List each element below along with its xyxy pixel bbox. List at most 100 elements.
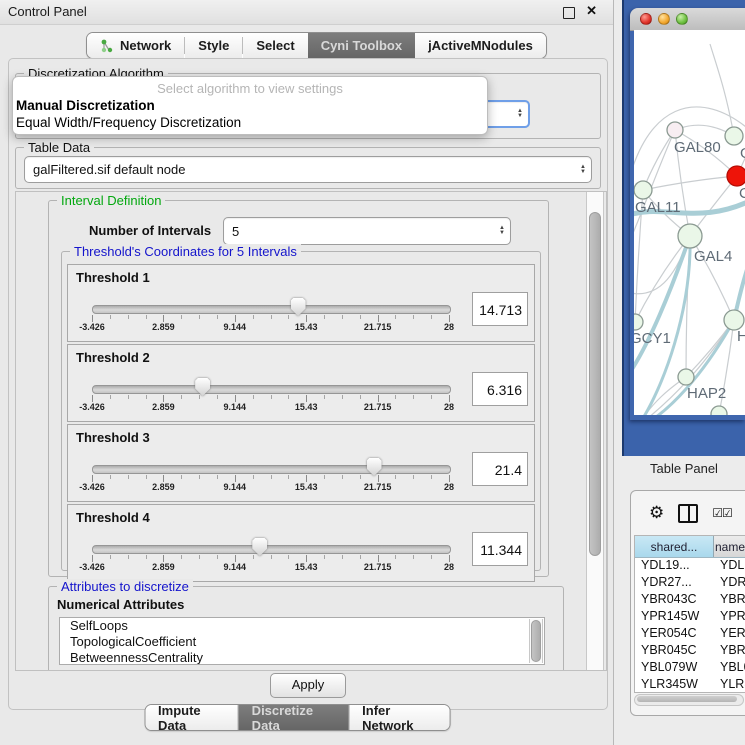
zoom-traffic-light[interactable] bbox=[676, 13, 688, 25]
network-node-gal80[interactable] bbox=[667, 122, 683, 138]
network-node-gcy1[interactable] bbox=[634, 314, 643, 330]
threshold-block: Threshold 2-3.4262.8599.14415.4321.71528… bbox=[67, 344, 535, 422]
network-node-gal11[interactable] bbox=[634, 181, 652, 199]
node-table: shared... name YDL19...YDL19...YDR27...Y… bbox=[634, 535, 745, 693]
apply-button[interactable]: Apply bbox=[270, 673, 346, 698]
slider-track[interactable] bbox=[92, 465, 451, 474]
tick-mark bbox=[431, 475, 432, 479]
network-node-hap2[interactable] bbox=[678, 369, 694, 385]
column-header-name[interactable]: name bbox=[714, 536, 745, 557]
table-row[interactable]: YPR145WYPR145W bbox=[635, 609, 745, 626]
columns-icon[interactable] bbox=[678, 504, 698, 523]
tick-label: 21.715 bbox=[364, 482, 392, 492]
stepper-icon[interactable]: ▲▼ bbox=[512, 109, 528, 119]
threshold-value-field[interactable]: 11.344 bbox=[472, 532, 528, 566]
network-node-label: HAP2 bbox=[687, 385, 726, 402]
slider-thumb[interactable] bbox=[367, 458, 382, 476]
threshold-block: Threshold 4-3.4262.8599.14415.4321.71528… bbox=[67, 504, 535, 582]
tab-impute-data[interactable]: Impute Data bbox=[145, 705, 238, 730]
tick-mark bbox=[449, 395, 450, 402]
table-row[interactable]: YBR043CYBR043C bbox=[635, 592, 745, 609]
table-row[interactable]: YER054CYER054C bbox=[635, 626, 745, 643]
algorithm-placeholder-option: Select algorithm to view settings bbox=[13, 77, 487, 98]
screen: Control Panel ✕ NetworkStyleSelectCyni T… bbox=[0, 0, 745, 745]
tab-infer-network[interactable]: Infer Network bbox=[348, 705, 449, 730]
algorithm-option[interactable]: Manual Discretization bbox=[13, 98, 487, 115]
table-row[interactable]: YLR345WYLR345W bbox=[635, 677, 745, 693]
select-columns-icon[interactable]: ☑☑ bbox=[712, 506, 732, 520]
table-row[interactable]: YDL19...YDL19... bbox=[635, 558, 745, 575]
tick-mark bbox=[449, 315, 450, 322]
tab-label: Network bbox=[120, 38, 171, 53]
tick-mark bbox=[253, 475, 254, 479]
slider-thumb[interactable] bbox=[291, 298, 306, 316]
tick-mark bbox=[271, 395, 272, 399]
close-icon[interactable]: ✕ bbox=[586, 3, 597, 19]
table-hscrollbar-thumb[interactable] bbox=[637, 696, 737, 702]
table-data-combobox[interactable]: galFiltered.sif default node ▲▼ bbox=[24, 156, 592, 183]
tick-mark bbox=[360, 475, 361, 479]
attributes-scrollbar[interactable] bbox=[529, 619, 543, 663]
tick-mark bbox=[199, 315, 200, 319]
tab-discretize-data[interactable]: Discretize Data bbox=[238, 705, 348, 730]
network-edge[interactable] bbox=[638, 414, 719, 415]
tick-mark bbox=[378, 555, 379, 562]
tab-style[interactable]: Style bbox=[185, 33, 242, 58]
attribute-list-item[interactable]: BetweennessCentrality bbox=[60, 650, 544, 665]
slider-track[interactable] bbox=[92, 385, 451, 394]
slider-track[interactable] bbox=[92, 545, 451, 554]
attributes-scrollbar-thumb[interactable] bbox=[531, 620, 541, 662]
threshold-label: Threshold 4 bbox=[76, 510, 150, 525]
threshold-value-field[interactable]: 6.316 bbox=[472, 372, 528, 406]
table-data-group: Table Data galFiltered.sif default node … bbox=[15, 147, 601, 189]
attribute-list-item[interactable]: SelfLoops bbox=[60, 618, 544, 634]
network-node-ga[interactable] bbox=[725, 127, 743, 145]
table-row[interactable]: YBL079WYBL079W bbox=[635, 660, 745, 677]
close-traffic-light[interactable] bbox=[640, 13, 652, 25]
network-node-h[interactable] bbox=[724, 310, 744, 330]
slider-thumb[interactable] bbox=[195, 378, 210, 396]
network-edge[interactable] bbox=[710, 44, 734, 136]
cell-shared-name: YPR145W bbox=[635, 609, 714, 626]
network-edge[interactable] bbox=[643, 176, 737, 190]
tab-network[interactable]: Network bbox=[87, 33, 184, 58]
tick-mark bbox=[413, 395, 414, 399]
tick-label: 28 bbox=[444, 402, 454, 412]
cell-name: YDL19... bbox=[714, 558, 745, 575]
table-row[interactable]: YBR045CYBR045C bbox=[635, 643, 745, 660]
slider-track[interactable] bbox=[92, 305, 451, 314]
network-edge[interactable] bbox=[643, 130, 675, 190]
cell-name: YER054C bbox=[714, 626, 745, 643]
tick-label: 2.859 bbox=[152, 562, 175, 572]
network-node[interactable] bbox=[711, 406, 727, 415]
tick-mark bbox=[360, 395, 361, 399]
tab-select[interactable]: Select bbox=[243, 33, 307, 58]
stepper-icon[interactable]: ▲▼ bbox=[575, 165, 591, 175]
network-node-label: C bbox=[739, 185, 745, 202]
minimize-traffic-light[interactable] bbox=[658, 13, 670, 25]
threshold-value-field[interactable]: 21.4 bbox=[472, 452, 528, 486]
table-row[interactable]: YDR27...YDR27... bbox=[635, 575, 745, 592]
stepper-icon[interactable]: ▲▼ bbox=[494, 226, 510, 236]
tab-jactivemnodules[interactable]: jActiveMNodules bbox=[415, 33, 546, 58]
network-node-gal4[interactable] bbox=[678, 224, 702, 248]
network-node-label: H bbox=[737, 328, 745, 345]
settings-scrollbar[interactable] bbox=[586, 192, 604, 670]
threshold-value-field[interactable]: 14.713 bbox=[472, 292, 528, 326]
settings-scrollbar-thumb[interactable] bbox=[589, 212, 601, 556]
num-intervals-combobox[interactable]: 5 ▲▼ bbox=[223, 217, 511, 245]
table-hscrollbar[interactable] bbox=[634, 694, 744, 706]
network-node-c[interactable] bbox=[727, 166, 745, 186]
cell-shared-name: YBR045C bbox=[635, 643, 714, 660]
slider-thumb[interactable] bbox=[252, 538, 267, 556]
network-canvas[interactable]: GAL80GACGAL11GAL4GCY1HHAP2 bbox=[634, 30, 745, 415]
cell-shared-name: YDL19... bbox=[635, 558, 714, 575]
float-window-icon[interactable] bbox=[563, 7, 575, 19]
attribute-list-item[interactable]: TopologicalCoefficient bbox=[60, 634, 544, 650]
bottom-tab-bar: Impute DataDiscretize DataInfer Network bbox=[144, 704, 451, 731]
algorithm-option[interactable]: Equal Width/Frequency Discretization bbox=[13, 115, 487, 132]
tab-cyni-toolbox[interactable]: Cyni Toolbox bbox=[308, 33, 415, 58]
network-edge[interactable] bbox=[734, 244, 745, 320]
column-header-shared-name[interactable]: shared... bbox=[635, 536, 714, 557]
gear-icon[interactable]: ⚙ bbox=[649, 503, 664, 523]
